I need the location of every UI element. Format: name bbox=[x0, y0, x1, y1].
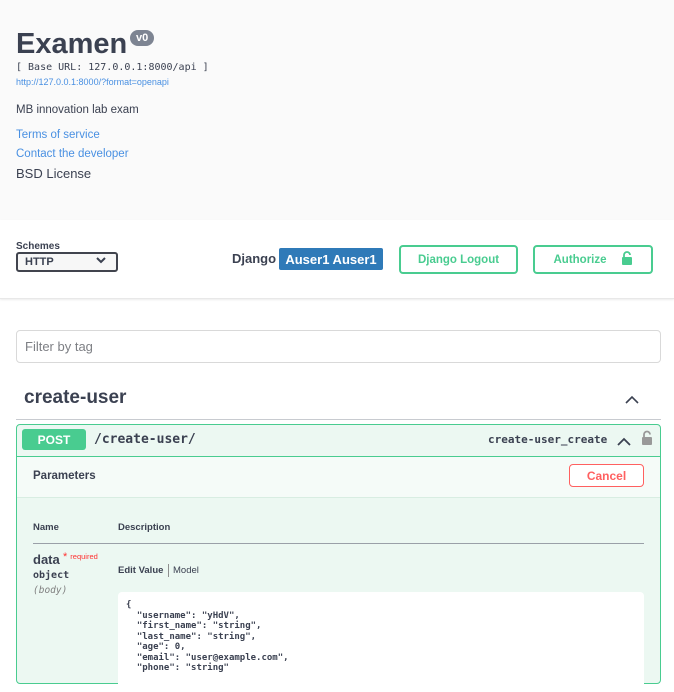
method-badge: POST bbox=[22, 429, 86, 450]
parameters-title: Parameters bbox=[33, 470, 96, 482]
column-header-name: Name bbox=[33, 522, 59, 533]
authorize-label: Authorize bbox=[553, 253, 607, 266]
django-logout-button[interactable]: Django Logout bbox=[399, 245, 518, 274]
operation-summary[interactable]: POST /create-user/ create-user_create bbox=[17, 425, 660, 457]
chevron-down-icon bbox=[96, 256, 106, 266]
unlock-icon[interactable] bbox=[641, 430, 653, 451]
required-indicator: * required bbox=[63, 551, 98, 563]
authorize-button[interactable]: Authorize bbox=[533, 245, 653, 274]
columns-divider bbox=[33, 543, 644, 544]
required-label: required bbox=[70, 552, 98, 561]
required-star: * bbox=[63, 551, 68, 563]
column-header-description: Description bbox=[118, 522, 171, 533]
base-url: [ Base URL: 127.0.0.1:8000/api ] bbox=[16, 62, 209, 73]
chevron-up-icon[interactable] bbox=[624, 392, 640, 410]
api-title: Examen bbox=[16, 28, 128, 60]
unlock-icon bbox=[621, 251, 633, 268]
chevron-up-icon[interactable] bbox=[617, 434, 631, 452]
contact-developer-link[interactable]: Contact the developer bbox=[16, 148, 129, 160]
parameter-name: data bbox=[33, 552, 60, 567]
schemes-select[interactable]: HTTP bbox=[16, 252, 118, 272]
parameter-location: (body) bbox=[33, 585, 68, 596]
request-body-textarea[interactable]: { "username": "yHdV", "first_name": "str… bbox=[118, 592, 644, 692]
tab-model[interactable]: Model bbox=[173, 565, 199, 576]
tag-divider bbox=[16, 419, 661, 420]
user-badge: Auser1 Auser1 bbox=[279, 248, 383, 270]
django-auth-label: Django bbox=[232, 251, 277, 266]
info-section: Examen v0 [ Base URL: 127.0.0.1:8000/api… bbox=[0, 0, 674, 220]
schemes-selected-value: HTTP bbox=[25, 256, 54, 268]
api-description: MB innovation lab exam bbox=[16, 104, 139, 116]
operation-path: /create-user/ bbox=[94, 432, 196, 447]
filter-by-tag-input[interactable] bbox=[16, 330, 661, 363]
version-badge: v0 bbox=[130, 30, 155, 46]
operation-block: POST /create-user/ create-user_create Pa… bbox=[16, 424, 661, 692]
tab-separator bbox=[168, 564, 169, 577]
parameter-type: object bbox=[33, 570, 70, 581]
schemes-label: Schemes bbox=[16, 241, 60, 252]
cancel-button[interactable]: Cancel bbox=[569, 464, 644, 487]
parameters-header bbox=[17, 457, 660, 498]
terms-of-service-link[interactable]: Terms of service bbox=[16, 129, 100, 141]
tab-edit-value[interactable]: Edit Value bbox=[118, 565, 163, 576]
license-text: BSD License bbox=[16, 166, 92, 181]
tag-title[interactable]: create-user bbox=[24, 387, 126, 409]
openapi-spec-link[interactable]: http://127.0.0.1:8000/?format=openapi bbox=[16, 77, 169, 87]
operation-id: create-user_create bbox=[488, 433, 608, 446]
